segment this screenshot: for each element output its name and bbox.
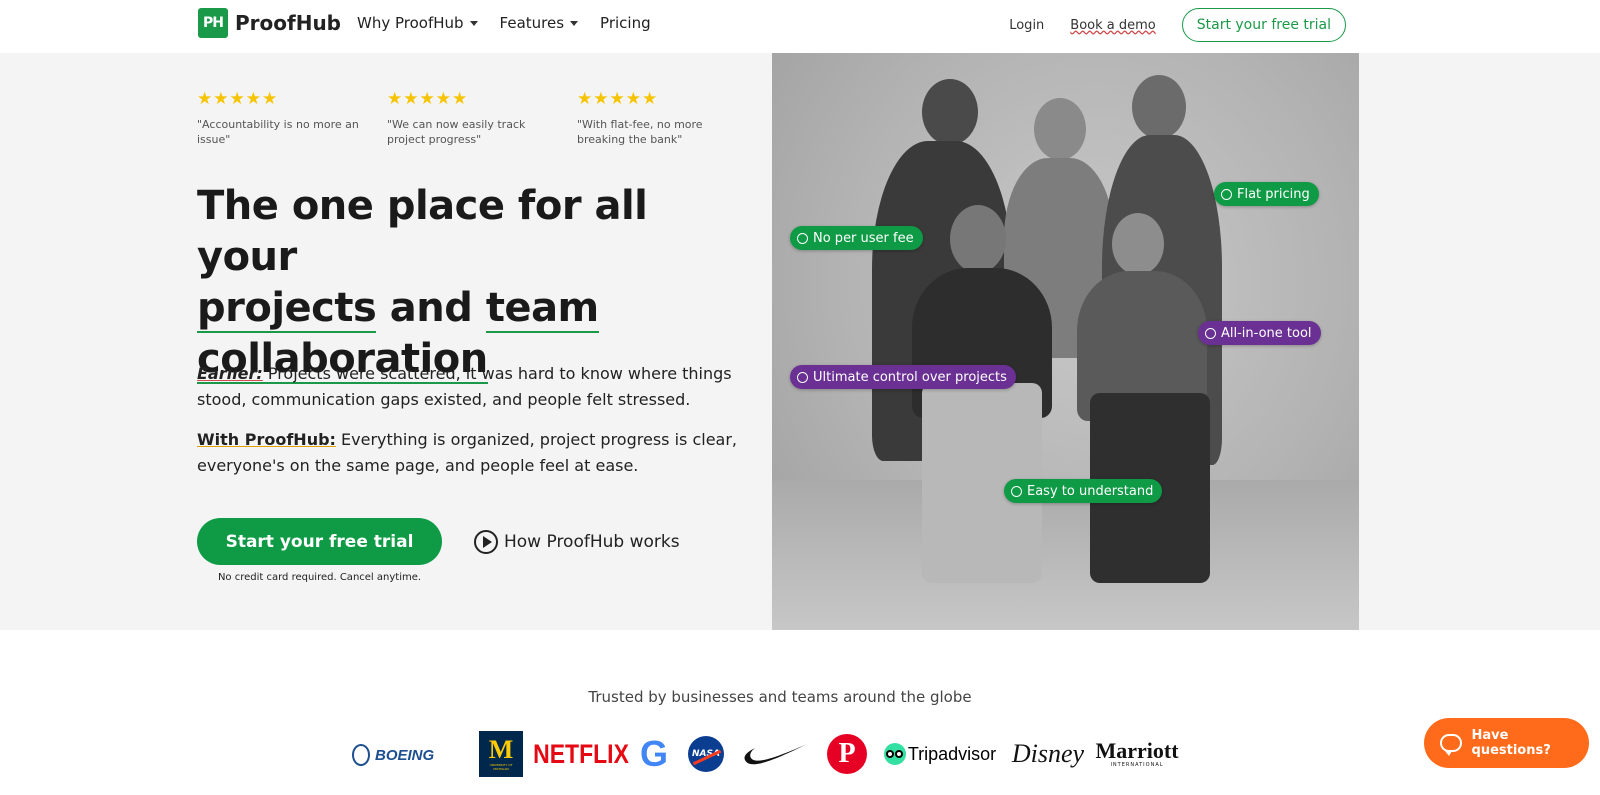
- owl-eye: [895, 750, 904, 758]
- tag-label: Flat pricing: [1237, 186, 1310, 202]
- how-proofhub-works-label: How ProofHub works: [504, 531, 680, 552]
- review-strip: ★★★★★ "Accountability is no more an issu…: [197, 90, 767, 147]
- review-quote: "Accountability is no more an issue": [197, 118, 359, 146]
- headline-projects: projects: [197, 285, 377, 333]
- proofhub-logo[interactable]: PH ProofHub: [198, 8, 341, 38]
- chat-bubble-icon: [1440, 734, 1462, 756]
- circle-icon: [797, 371, 808, 383]
- hero-section: ★★★★★ "Accountability is no more an issu…: [0, 53, 1600, 630]
- proofhub-logo-icon: PH: [198, 8, 228, 38]
- boeing-logo-icon: BOEING: [352, 744, 435, 766]
- how-proofhub-works-link[interactable]: How ProofHub works: [474, 518, 680, 565]
- team-photo: Flat pricing No per user fee All-in-one …: [772, 53, 1359, 630]
- chevron-down-icon: [570, 20, 579, 26]
- netflix-wordmark: NETFLIX: [533, 738, 629, 769]
- nav-menu: Why ProofHub Features Pricing: [357, 12, 651, 34]
- have-questions-chat-button[interactable]: Have questions?: [1424, 718, 1589, 768]
- with-proofhub-paragraph: With ProofHub: Everything is organized, …: [197, 427, 737, 479]
- earlier-label: Earlier:: [197, 364, 263, 383]
- nav-pricing-label: Pricing: [600, 14, 651, 32]
- michigan-m: M: [488, 735, 514, 764]
- tag-label: Easy to understand: [1027, 483, 1154, 499]
- circle-icon: [1205, 327, 1216, 339]
- star-rating-icon: ★★★★★: [387, 89, 469, 109]
- trusted-by-title: Trusted by businesses and teams around t…: [588, 688, 972, 706]
- headline-part1: The one place for all your: [197, 183, 648, 280]
- login-link[interactable]: Login: [1009, 18, 1044, 33]
- headline-and: and: [389, 285, 473, 331]
- person-head: [1112, 213, 1164, 275]
- hero-headline: The one place for all your projects and …: [197, 181, 757, 385]
- person-head: [1034, 98, 1086, 160]
- nav-free-trial-button[interactable]: Start your free trial: [1181, 8, 1346, 42]
- circle-icon: [1011, 485, 1022, 497]
- tag-flat-pricing: Flat pricing: [1214, 182, 1319, 206]
- chevron-down-icon: [469, 20, 478, 26]
- person-head: [1132, 75, 1186, 139]
- cta-note: No credit card required. Cancel anytime.: [217, 572, 422, 583]
- nav-pricing[interactable]: Pricing: [600, 12, 651, 34]
- tripadvisor-wordmark: Tripadvisor: [907, 743, 997, 764]
- tag-no-per-user-fee: No per user fee: [790, 226, 923, 250]
- tag-ultimate-control: Ultimate control over projects: [790, 365, 1016, 389]
- nav-right: Login Book a demo Start your free trial: [1009, 8, 1346, 42]
- play-icon: [474, 529, 498, 554]
- earlier-paragraph: Earlier: Projects were scattered, it was…: [197, 361, 737, 413]
- disney-wordmark: Disney: [1011, 739, 1085, 768]
- nike-swoosh-icon: [744, 744, 807, 765]
- tripadvisor-logo: Tripadvisor: [876, 729, 1004, 779]
- michigan-logo: M UNIVERSITY OF MICHIGAN: [470, 729, 532, 779]
- tripadvisor-owl-icon: [883, 743, 906, 765]
- circle-icon: [797, 232, 808, 244]
- review-quote: "We can now easily track project progres…: [387, 118, 526, 146]
- have-questions-label: Have questions?: [1471, 728, 1551, 758]
- nike-logo: [734, 729, 818, 779]
- headline-team: team: [485, 285, 599, 333]
- nav-why-proofhub[interactable]: Why ProofHub: [357, 12, 478, 34]
- customer-logos: BOEING M UNIVERSITY OF MICHIGAN NETFLIX …: [350, 729, 1182, 779]
- review-item: ★★★★★ "Accountability is no more an issu…: [197, 90, 387, 147]
- google-g-icon: G: [639, 733, 668, 774]
- disney-logo: Disney: [1004, 729, 1092, 779]
- review-item: ★★★★★ "With flat-fee, no more breaking t…: [577, 90, 767, 147]
- marriott-logo: Marriott INTERNATIONAL: [1092, 729, 1182, 779]
- person-head: [922, 79, 978, 145]
- tag-label: All-in-one tool: [1221, 325, 1312, 341]
- nav-why-proofhub-label: Why ProofHub: [357, 14, 464, 32]
- logo-text: ProofHub: [235, 11, 341, 35]
- nav-features[interactable]: Features: [500, 12, 579, 34]
- tag-all-in-one-tool: All-in-one tool: [1198, 321, 1321, 345]
- book-demo-link[interactable]: Book a demo: [1070, 18, 1155, 33]
- review-quote: "With flat-fee, no more breaking the ban…: [577, 118, 703, 146]
- michigan-sub: UNIVERSITY OF MICHIGAN: [489, 763, 513, 771]
- google-logo: G: [630, 729, 678, 779]
- with-proofhub-label: With ProofHub:: [197, 430, 336, 449]
- pinterest-logo-icon: P: [827, 734, 867, 774]
- tag-label: Ultimate control over projects: [813, 369, 1007, 385]
- boeing-logo: BOEING: [350, 729, 470, 779]
- pinterest-logo: P: [818, 729, 876, 779]
- netflix-logo: NETFLIX: [532, 729, 630, 779]
- top-navbar: PH ProofHub Why ProofHub Features Pricin…: [0, 0, 1600, 53]
- nasa-logo: NASA: [678, 729, 734, 779]
- nasa-logo-icon: NASA: [688, 736, 724, 772]
- star-rating-icon: ★★★★★: [577, 89, 659, 109]
- boeing-wordmark: BOEING: [375, 747, 435, 764]
- hero-free-trial-button[interactable]: Start your free trial: [197, 518, 442, 565]
- tag-easy-to-understand: Easy to understand: [1004, 479, 1163, 503]
- earlier-text: Projects were scattered, it was hard to …: [197, 364, 732, 409]
- marriott-sub: INTERNATIONAL: [1110, 762, 1164, 768]
- person-head: [950, 205, 1006, 273]
- star-rating-icon: ★★★★★: [197, 89, 279, 109]
- tag-label: No per user fee: [813, 230, 914, 246]
- michigan-logo-icon: M UNIVERSITY OF MICHIGAN: [479, 731, 523, 777]
- nav-features-label: Features: [499, 14, 565, 32]
- circle-icon: [1221, 188, 1232, 200]
- owl-eye: [886, 750, 895, 758]
- marriott-wordmark: Marriott: [1095, 738, 1179, 763]
- review-item: ★★★★★ "We can now easily track project p…: [387, 90, 577, 147]
